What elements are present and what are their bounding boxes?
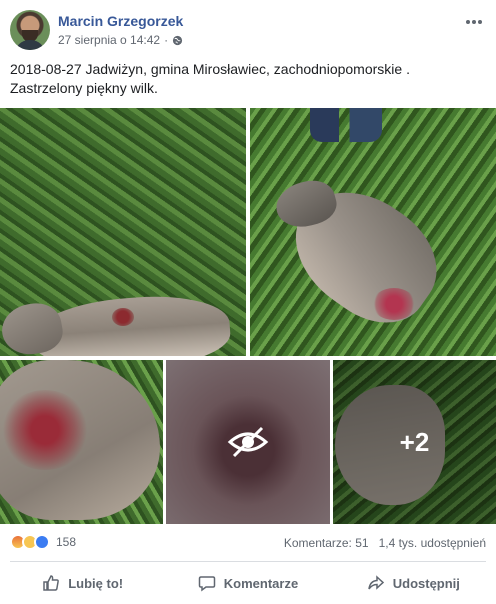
like-label: Lubię to!	[68, 575, 124, 591]
avatar-shirt	[15, 40, 45, 50]
post-card: Marcin Grzegorzek 27 sierpnia o 14:42 · …	[0, 0, 496, 604]
comment-icon	[198, 576, 216, 592]
share-button[interactable]: Udostępnij	[331, 566, 496, 600]
author-name[interactable]: Marcin Grzegorzek	[58, 13, 183, 29]
share-label: Udostępnij	[392, 575, 460, 591]
shoes	[310, 108, 382, 142]
meta-separator: ·	[164, 33, 169, 47]
action-bar: Lubię to! Komentarze Udostępnij	[0, 566, 496, 600]
comments-count[interactable]: Komentarze: 51	[284, 536, 369, 550]
comment-label: Komentarze	[223, 575, 299, 591]
more-dot-icon	[472, 20, 476, 24]
post-header: Marcin Grzegorzek 27 sierpnia o 14:42 ·	[10, 10, 486, 52]
reactions-summary[interactable]: 158	[10, 534, 76, 550]
wound-mark	[112, 308, 134, 326]
like-reaction-icon	[34, 534, 50, 550]
thumbs-up-icon	[43, 575, 60, 591]
reaction-count: 158	[56, 535, 77, 549]
more-dot-icon	[466, 20, 470, 24]
photo-2[interactable]	[250, 108, 496, 356]
stats-right: Komentarze: 51 1,4 tys. udostępnień	[284, 536, 486, 550]
post-stats: 158 Komentarze: 51 1,4 tys. udostępnień	[10, 534, 486, 554]
like-button[interactable]: Lubię to!	[0, 566, 165, 600]
photo-3[interactable]	[0, 360, 163, 524]
avatar[interactable]	[10, 10, 50, 50]
wound-mark	[0, 390, 90, 470]
more-options-button[interactable]	[464, 12, 484, 32]
photo-5-more[interactable]: +2	[333, 360, 496, 524]
photo-4-hidden[interactable]	[166, 360, 330, 524]
shares-count[interactable]: 1,4 tys. udostępnień	[379, 536, 486, 550]
comment-button[interactable]: Komentarze	[165, 566, 330, 600]
globe-icon[interactable]	[172, 35, 183, 46]
share-icon	[367, 575, 384, 590]
more-dot-icon	[478, 20, 482, 24]
post-meta: 27 sierpnia o 14:42 ·	[58, 33, 183, 47]
wound-mark	[372, 288, 416, 320]
post-timestamp[interactable]: 27 sierpnia o 14:42	[58, 33, 160, 47]
eye-slash-icon	[227, 426, 269, 458]
more-photos-overlay[interactable]: +2	[333, 360, 496, 524]
photo-1[interactable]	[0, 108, 246, 356]
divider	[10, 561, 486, 562]
post-text: 2018-08-27 Jadwiżyn, gmina Mirosławiec, …	[10, 61, 410, 96]
